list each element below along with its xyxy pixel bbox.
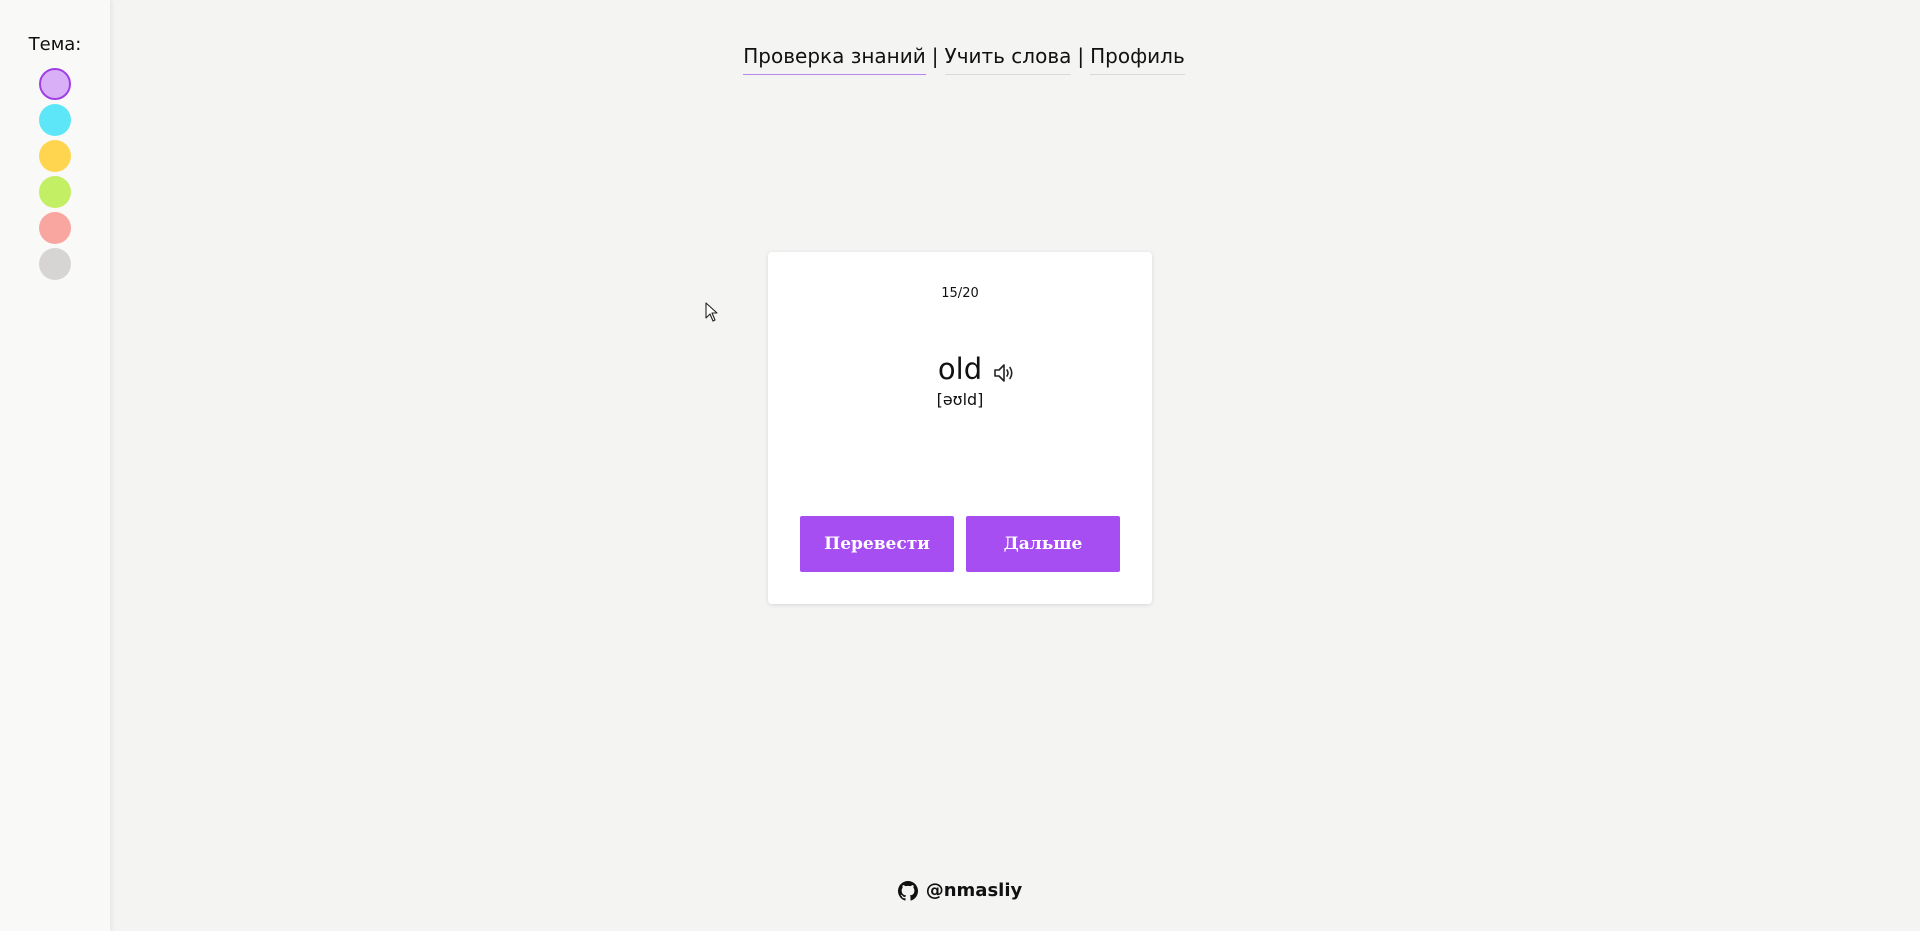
next-button[interactable]: Дальше: [966, 516, 1120, 572]
word-text: old: [937, 352, 983, 386]
theme-swatch-cyan[interactable]: [39, 104, 71, 136]
translate-button[interactable]: Перевести: [800, 516, 954, 572]
main-nav: Проверка знаний | Учить слова | Профиль: [0, 44, 1920, 75]
theme-sidebar: Тема:: [0, 0, 110, 931]
theme-swatch-pink[interactable]: [39, 212, 71, 244]
nav-item-learn-words[interactable]: Учить слова: [944, 44, 1072, 75]
nav-separator: |: [931, 44, 939, 68]
word-card: 15/20 old [əʊld] Перевести Дальше: [768, 252, 1152, 604]
word-row: old: [768, 352, 1152, 392]
progress-counter: 15/20: [941, 286, 979, 301]
github-handle-link[interactable]: @nmasliy: [926, 880, 1023, 901]
theme-swatch-green[interactable]: [39, 176, 71, 208]
nav-item-knowledge-check[interactable]: Проверка знаний: [743, 44, 926, 75]
theme-swatch-gray[interactable]: [39, 248, 71, 280]
github-icon: [897, 880, 918, 901]
transcription: [əʊld]: [936, 390, 984, 409]
nav-item-profile[interactable]: Профиль: [1090, 44, 1185, 75]
theme-swatch-yellow[interactable]: [39, 140, 71, 172]
speaker-icon[interactable]: [992, 362, 1016, 384]
nav-separator: |: [1077, 44, 1085, 68]
footer: @nmasliy: [0, 880, 1920, 906]
mouse-cursor-icon: [705, 302, 718, 322]
